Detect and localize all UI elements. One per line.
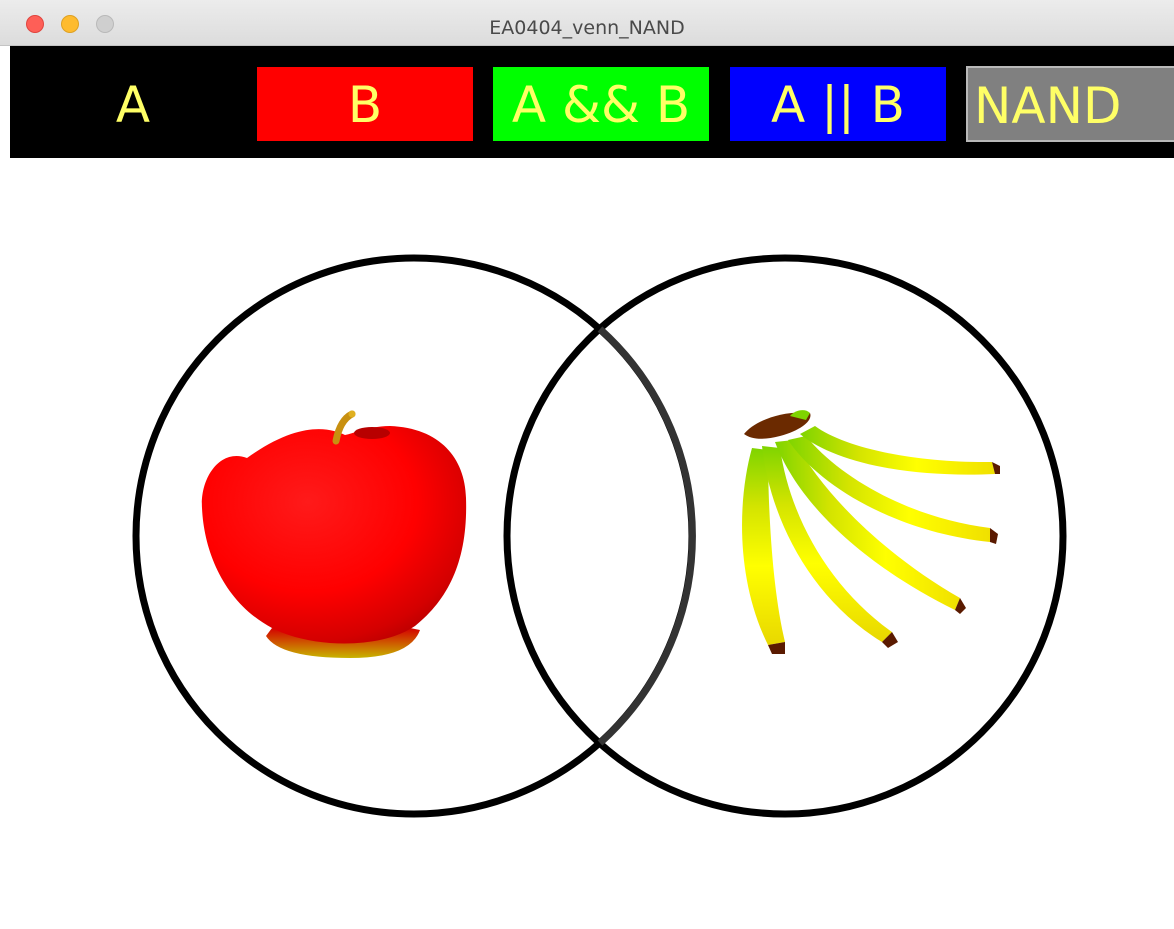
venn-diagram — [132, 254, 1067, 818]
intersection-left-arc — [597, 326, 696, 746]
app-window: EA0404_venn_NAND A B A && B A || B NAND — [0, 0, 1174, 929]
window-title: EA0404_venn_NAND — [489, 17, 685, 39]
set-a-button[interactable]: A — [25, 67, 241, 141]
venn-canvas — [10, 158, 1174, 929]
and-button[interactable]: A && B — [493, 67, 709, 141]
title-bar[interactable]: EA0404_venn_NAND — [0, 0, 1174, 46]
operation-toolbar: A B A && B A || B NAND — [10, 46, 1174, 158]
nand-button[interactable]: NAND — [966, 66, 1174, 142]
apple-icon — [201, 410, 467, 658]
set-b-button[interactable]: B — [257, 67, 473, 141]
banana-bunch-icon — [742, 410, 1000, 654]
or-button[interactable]: A || B — [730, 67, 946, 141]
